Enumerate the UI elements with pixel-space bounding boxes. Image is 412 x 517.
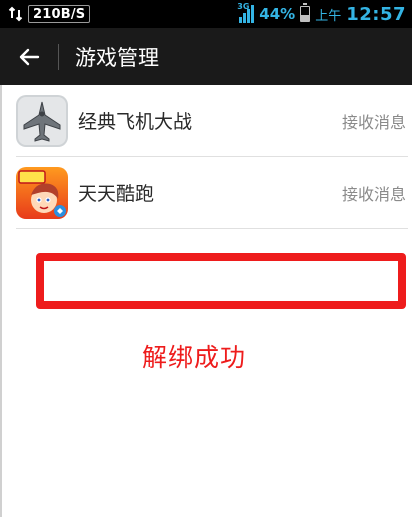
game-name: 天天酷跑	[78, 183, 155, 205]
game-name: 经典飞机大战	[78, 111, 193, 133]
receive-message-toggle[interactable]: 接收消息	[342, 109, 406, 133]
list-item[interactable]: 天天酷跑 接收消息	[16, 157, 408, 229]
network-speed-badge: 210B/S	[28, 5, 91, 23]
usb-icon	[8, 6, 23, 22]
battery-percent: 44%	[259, 5, 296, 23]
left-edge-line	[0, 85, 2, 517]
unbind-success-message: 解绑成功	[142, 343, 247, 372]
clock-time: 12:57	[346, 3, 406, 25]
app-bar: 游戏管理	[0, 28, 412, 85]
game-list: 经典飞机大战 接收消息 天天酷跑 接收消息	[16, 85, 408, 229]
highlight-box	[36, 253, 406, 309]
parkour-game-icon	[16, 166, 68, 219]
page-title: 游戏管理	[75, 45, 159, 70]
status-right: 3G 44% 上午 12:57	[237, 0, 406, 28]
receive-message-toggle[interactable]: 接收消息	[342, 181, 406, 205]
back-button[interactable]	[0, 28, 58, 85]
network-type: 3G	[237, 2, 250, 11]
arrow-left-icon	[19, 48, 40, 65]
signal-icon: 3G	[237, 2, 255, 23]
plane-game-icon	[16, 94, 68, 147]
app-bar-divider	[58, 43, 59, 70]
network-speed: 210B/S	[33, 6, 86, 22]
status-bar: 210B/S 3G 44% 上午 12:57	[0, 0, 412, 28]
time-ampm: 上午	[315, 8, 342, 24]
list-item[interactable]: 经典飞机大战 接收消息	[16, 85, 408, 157]
status-left: 210B/S	[8, 0, 91, 28]
battery-icon	[300, 3, 311, 22]
